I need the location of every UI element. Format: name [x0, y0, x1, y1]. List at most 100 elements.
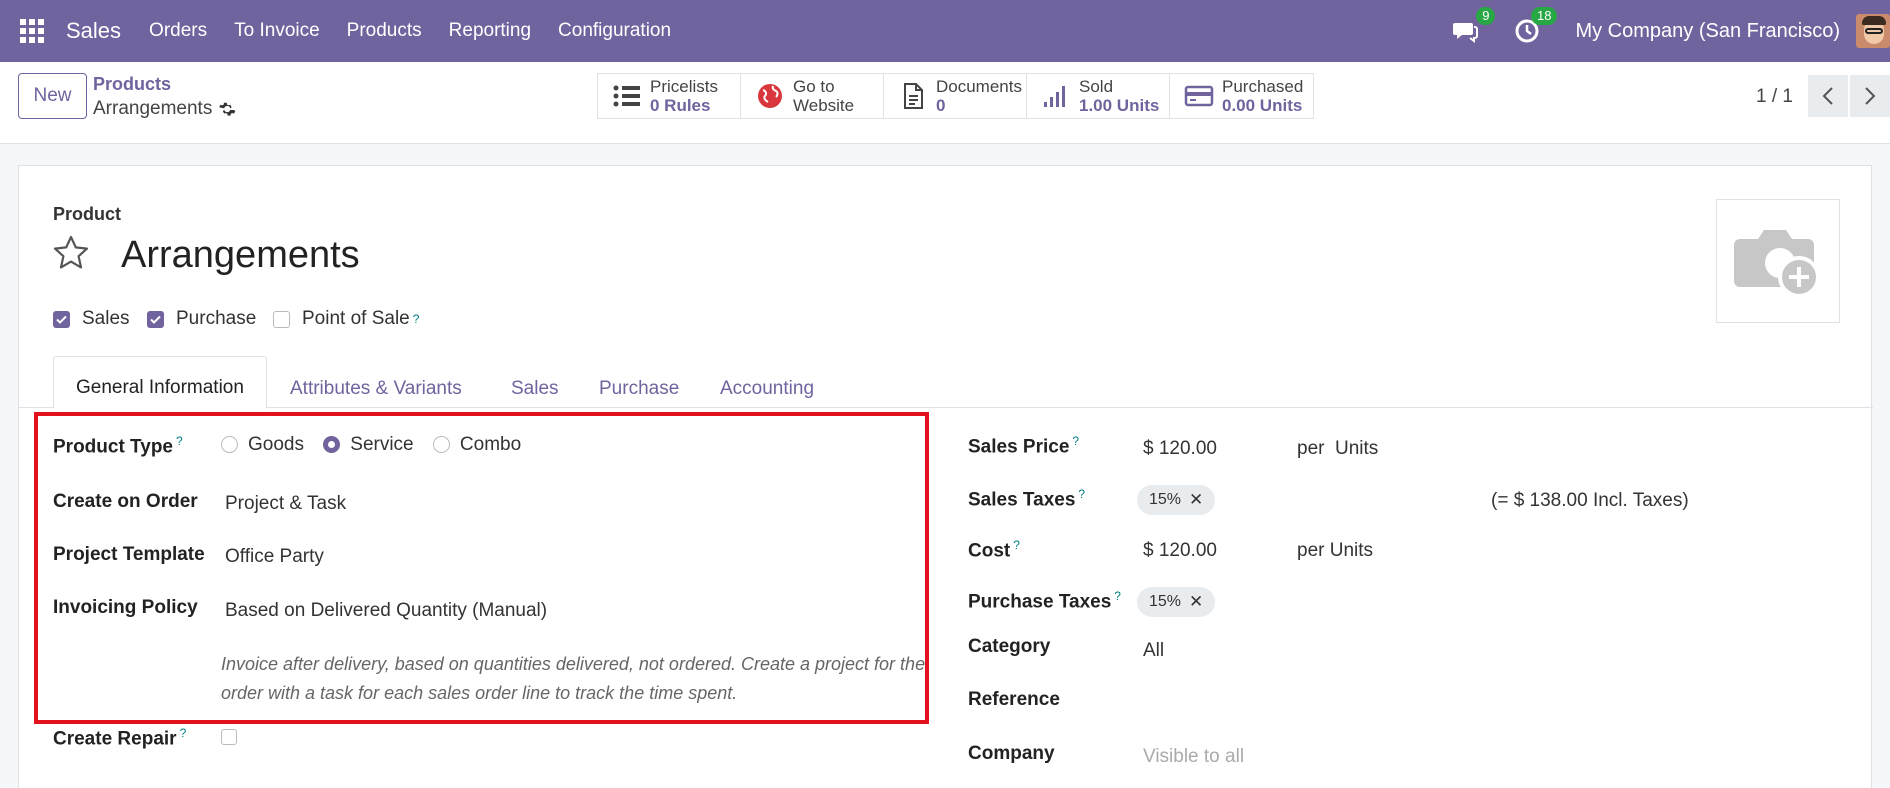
menu-configuration[interactable]: Configuration [558, 20, 671, 42]
sold-label: Sold [1079, 77, 1114, 96]
purchase-checkbox-row[interactable]: Purchase [147, 308, 256, 330]
purchased-label: Purchased [1222, 77, 1304, 96]
menu-orders[interactable]: Orders [149, 20, 207, 42]
menu-products[interactable]: Products [347, 20, 422, 42]
sales-tax-tag-label: 15% [1149, 491, 1182, 508]
messages-count-badge: 9 [1476, 7, 1496, 25]
pager-next-button[interactable] [1850, 75, 1890, 117]
service-radio-label: Service [350, 434, 414, 455]
category-field[interactable]: All [1143, 640, 1164, 662]
user-avatar[interactable] [1856, 14, 1890, 48]
product-image-upload[interactable] [1716, 199, 1840, 323]
sales-price-label: Sales Price? [968, 434, 1080, 458]
messages-button[interactable]: 9 [1451, 7, 1496, 45]
project-template-field[interactable]: Office Party [225, 546, 324, 568]
go-to-label: Go to [793, 77, 835, 96]
sold-button[interactable]: Sold 1.00 Units [1027, 74, 1170, 118]
remove-tag-icon[interactable]: ✕ [1189, 592, 1203, 612]
sales-price-field[interactable]: $ 120.00 [1143, 438, 1217, 460]
cost-unit: per Units [1297, 540, 1374, 561]
pos-checkbox-label: Point of Sale [302, 308, 410, 329]
control-panel: New Products Arrangements Pricelists 0 Ru… [0, 62, 1890, 144]
activities-button[interactable]: 18 [1513, 7, 1558, 45]
pager-value[interactable]: 1 / 1 [1756, 86, 1793, 108]
purchase-checkbox[interactable] [147, 310, 164, 328]
invoicing-policy-field[interactable]: Based on Delivered Quantity (Manual) [225, 600, 547, 622]
website-label: Website [793, 96, 855, 115]
company-label: Company [968, 743, 1055, 764]
reference-field[interactable] [1143, 689, 1443, 713]
chevron-left-icon [1822, 87, 1833, 105]
cost-label: Cost? [968, 538, 1020, 562]
sales-tax-tag[interactable]: 15% ✕ [1137, 485, 1216, 515]
sales-taxes-label: Sales Taxes? [968, 487, 1086, 511]
goods-radio-label: Goods [248, 434, 304, 455]
purchased-value: 0.00 Units [1222, 96, 1303, 115]
sales-checkbox[interactable] [53, 310, 70, 328]
pricelists-button[interactable]: Pricelists 0 Rules [598, 74, 741, 118]
create-repair-checkbox[interactable] [221, 729, 237, 745]
cost-field[interactable]: $ 120.00 [1143, 540, 1217, 562]
create-on-order-field[interactable]: Project & Task [225, 493, 346, 515]
favorite-star-icon[interactable] [51, 233, 91, 273]
notebook-tabs: General Information Attributes & Variant… [19, 356, 1873, 409]
new-button[interactable]: New [18, 73, 87, 119]
documents-value: 0 [936, 96, 946, 115]
pricelists-label: Pricelists [650, 77, 719, 96]
company-switcher[interactable]: My Company (San Francisco) [1575, 20, 1840, 43]
incl-taxes-value: (= $ 138.00 Incl. Taxes) [1491, 490, 1689, 511]
tab-purchase[interactable]: Purchase [599, 378, 679, 400]
purchase-tax-tag[interactable]: 15% ✕ [1137, 587, 1216, 617]
activities-count-badge: 18 [1531, 7, 1558, 25]
create-on-order-label: Create on Order [53, 491, 198, 512]
product-name[interactable]: Arrangements [121, 234, 360, 277]
menu-to-invoice[interactable]: To Invoice [234, 20, 320, 42]
purchase-taxes-label: Purchase Taxes? [968, 589, 1121, 613]
product-type-label: Product Type? [53, 434, 183, 458]
product-type-radio-group: Goods Service Combo [221, 434, 521, 456]
pager-previous-button[interactable] [1808, 75, 1848, 117]
tab-general-information[interactable]: General Information [53, 356, 267, 409]
document-icon [904, 83, 923, 109]
top-navbar: Sales Orders To Invoice Products Reporti… [0, 0, 1890, 62]
pricelists-value: 0 Rules [650, 96, 711, 115]
globe-icon [758, 84, 782, 108]
pos-checkbox-row[interactable]: Point of Sale? [273, 308, 419, 330]
tab-sales[interactable]: Sales [511, 378, 559, 400]
app-name[interactable]: Sales [66, 18, 121, 44]
sold-value: 1.00 Units [1079, 96, 1160, 115]
apps-grid-icon[interactable] [20, 19, 44, 43]
help-tooltip-icon[interactable]: ? [413, 312, 420, 326]
create-repair-label: Create Repair? [53, 726, 187, 750]
go-to-website-button[interactable]: Go to Website [741, 74, 884, 118]
tab-accounting[interactable]: Accounting [720, 378, 814, 400]
purchased-button[interactable]: Purchased 0.00 Units [1170, 74, 1313, 118]
smart-buttons: Pricelists 0 Rules Go to Website Documents… [597, 73, 1314, 119]
invoicing-policy-label: Invoicing Policy [53, 597, 198, 618]
combo-radio-label: Combo [459, 434, 522, 455]
documents-label: Documents [936, 77, 1022, 96]
breadcrumb-current-label: Arrangements [93, 98, 213, 119]
documents-button[interactable]: Documents 0 [884, 74, 1027, 118]
purchase-checkbox-label: Purchase [176, 308, 257, 329]
tab-attributes-variants[interactable]: Attributes & Variants [290, 378, 462, 400]
pos-checkbox[interactable] [273, 310, 290, 328]
chat-icon [1453, 23, 1479, 43]
remove-tag-icon[interactable]: ✕ [1189, 490, 1203, 510]
service-radio[interactable] [323, 436, 341, 454]
camera-add-icon [1734, 230, 1820, 298]
sales-checkbox-label: Sales [82, 308, 130, 329]
invoicing-help-text: Invoice after delivery, based on quantit… [221, 654, 926, 703]
list-icon [613, 85, 640, 107]
chevron-right-icon [1865, 87, 1876, 105]
combo-radio[interactable] [432, 436, 450, 454]
company-field[interactable]: Visible to all [1143, 746, 1244, 768]
form-sheet: Product Arrangements Sales Purchase Poin… [18, 165, 1873, 788]
gear-icon[interactable] [218, 100, 236, 118]
breadcrumb-products[interactable]: Products [93, 74, 171, 95]
purchase-tax-tag-label: 15% [1149, 593, 1182, 610]
sales-checkbox-row[interactable]: Sales [53, 308, 130, 330]
menu-reporting[interactable]: Reporting [449, 20, 531, 42]
breadcrumb-current: Arrangements [93, 98, 236, 120]
goods-radio[interactable] [221, 436, 238, 454]
